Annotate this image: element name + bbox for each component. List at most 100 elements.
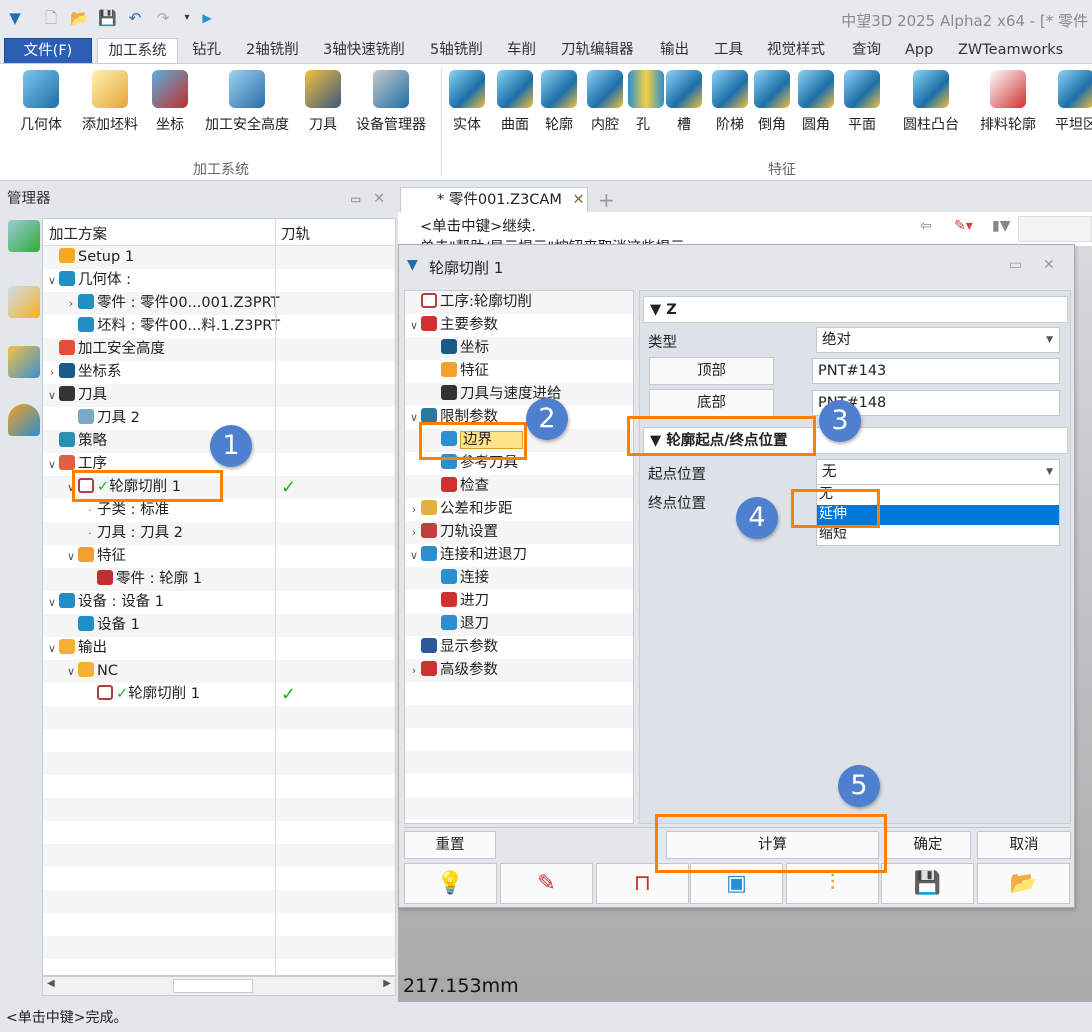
filter-input[interactable] xyxy=(1018,216,1092,242)
tree-row[interactable]: ∨ NC xyxy=(43,660,395,683)
tree-row[interactable]: 特征 xyxy=(405,360,633,383)
chevron-down-icon[interactable]: ∨ xyxy=(407,544,421,567)
new-file-icon[interactable]: 🗋 xyxy=(42,9,60,27)
ribbon-button[interactable]: 几何体 xyxy=(18,70,64,134)
users-tab-icon[interactable] xyxy=(8,404,40,436)
chevron-down-icon[interactable]: ∨ xyxy=(45,637,59,660)
chevron-down-icon[interactable]: ∨ xyxy=(45,269,59,292)
tab-tools[interactable]: 工具 xyxy=(714,38,743,64)
tree-row[interactable]: 加工安全高度 xyxy=(43,338,395,361)
ribbon-button[interactable]: 添加坯料 xyxy=(80,70,140,134)
tree-row[interactable]: 刀具 2 xyxy=(43,407,395,430)
tree-row[interactable]: 零件 : 轮廓 1 xyxy=(43,568,395,591)
tree-row[interactable]: ✓轮廓切削 1 ✓ xyxy=(43,683,395,706)
tree-row[interactable]: ∨ 特征 xyxy=(43,545,395,568)
save-icon[interactable]: 💾 xyxy=(98,9,117,27)
tab-output[interactable]: 输出 xyxy=(660,38,689,64)
ribbon-button[interactable]: 圆柱凸台 xyxy=(896,70,966,134)
ribbon-button[interactable]: 平坦区 xyxy=(1046,70,1092,134)
tree-row[interactable]: › 零件 : 零件00...001.Z3PRT xyxy=(43,292,395,315)
tab-query[interactable]: 查询 xyxy=(852,38,881,64)
tree-row[interactable]: 坐标 xyxy=(405,337,633,360)
chevron-right-icon[interactable]: › xyxy=(64,292,78,315)
ribbon-button[interactable]: 加工安全高度 xyxy=(200,70,294,134)
tab-machining-system[interactable]: 加工系统 xyxy=(97,38,178,64)
column-header-plan[interactable]: 加工方案 xyxy=(49,223,107,244)
tree-row[interactable]: › 公差和步距 xyxy=(405,498,633,521)
tree-row[interactable]: ∨ 连接和进退刀 xyxy=(405,544,633,567)
tree-row[interactable]: Setup 1 xyxy=(43,246,395,269)
chevron-right-icon[interactable]: › xyxy=(407,521,421,544)
tree-row[interactable]: › 高级参数 xyxy=(405,659,633,682)
edit-note-icon[interactable]: ✎ xyxy=(500,863,593,904)
tree-row[interactable]: ∨ 输出 xyxy=(43,637,395,660)
ok-button[interactable]: 确定 xyxy=(885,831,971,859)
chevron-down-icon[interactable]: ∨ xyxy=(64,660,78,683)
filter-icon[interactable]: ▮▼ xyxy=(992,218,1010,234)
start-position-select[interactable]: 无 ▼ xyxy=(816,459,1060,485)
save-icon[interactable]: 💾 xyxy=(881,863,974,904)
bottom-button[interactable]: 底部 xyxy=(649,389,774,417)
tab-drilling[interactable]: 钻孔 xyxy=(192,38,221,64)
ribbon-button[interactable]: 轮廓 xyxy=(540,70,578,134)
ribbon-button[interactable]: 圆角 xyxy=(796,70,836,134)
chevron-down-icon[interactable]: ∨ xyxy=(45,384,59,407)
exit-icon[interactable]: ⇦ xyxy=(920,218,932,234)
column-header-toolpath[interactable]: 刀轨 xyxy=(281,223,310,244)
section-z[interactable]: ▼ Z xyxy=(643,296,1068,323)
message-icon[interactable]: ▭ xyxy=(1009,257,1022,273)
chevron-down-icon[interactable]: ∨ xyxy=(45,453,59,476)
tab-5axis[interactable]: 5轴铣削 xyxy=(430,38,483,64)
tab-zwteamworks[interactable]: ZWTeamworks xyxy=(958,38,1063,64)
ribbon-button[interactable]: 刀具 xyxy=(305,70,341,134)
chevron-right-icon[interactable]: › xyxy=(45,361,59,384)
top-input[interactable]: PNT#143 xyxy=(812,358,1060,384)
undo-icon[interactable]: ↶ xyxy=(126,9,144,27)
ribbon-button[interactable]: 阶梯 xyxy=(710,70,750,134)
tree-row[interactable]: 退刀 xyxy=(405,613,633,636)
tab-2axis[interactable]: 2轴铣削 xyxy=(246,38,299,64)
ribbon-button[interactable]: 槽 xyxy=(664,70,704,134)
customize-dropdown-icon[interactable]: ▾ xyxy=(178,9,196,27)
ribbon-button[interactable]: 设备管理器 xyxy=(352,70,430,134)
close-tab-icon[interactable]: ✕ xyxy=(572,192,584,208)
tree-row[interactable]: · 子类 : 标准 xyxy=(43,499,395,522)
play-icon[interactable]: ▶ xyxy=(198,9,216,27)
open-file-icon[interactable]: 📂 xyxy=(70,9,89,27)
tree-row[interactable]: 坯料 : 零件00...料.1.Z3PRT xyxy=(43,315,395,338)
add-tab-icon[interactable]: + xyxy=(598,188,615,212)
ribbon-button[interactable]: 孔 xyxy=(628,70,664,134)
scroll-thumb[interactable] xyxy=(173,979,253,993)
dialog-close-icon[interactable]: ✕ xyxy=(1043,257,1055,273)
horizontal-scrollbar[interactable]: ◀ ▶ xyxy=(42,976,396,996)
cam-plan-tab-icon[interactable] xyxy=(8,220,40,252)
eraser-icon[interactable]: ✎▾ xyxy=(954,218,973,234)
file-menu[interactable]: 文件(F) xyxy=(4,38,92,64)
option-shorten[interactable]: 缩短 xyxy=(817,525,1059,545)
tree-row[interactable]: ∨ 几何体 : xyxy=(43,269,395,292)
tree-row[interactable]: 连接 xyxy=(405,567,633,590)
chevron-down-icon[interactable]: ∨ xyxy=(64,545,78,568)
chevron-right-icon[interactable]: › xyxy=(407,498,421,521)
image-tab-icon[interactable] xyxy=(8,346,40,378)
close-icon[interactable]: ✕ xyxy=(373,186,385,212)
tree-row[interactable]: 刀具与速度进给 xyxy=(405,383,633,406)
tree-row[interactable]: ∨ 刀具 xyxy=(43,384,395,407)
tree-row[interactable]: 设备 1 xyxy=(43,614,395,637)
tree-row[interactable]: 检查 xyxy=(405,475,633,498)
scroll-right-icon[interactable]: ▶ xyxy=(383,978,391,989)
top-button[interactable]: 顶部 xyxy=(649,357,774,385)
tree-row[interactable]: 工序:轮廓切削 xyxy=(405,291,633,314)
ribbon-button[interactable]: 内腔 xyxy=(584,70,626,134)
ribbon-button[interactable]: 实体 xyxy=(448,70,486,134)
load-icon[interactable]: 📂 xyxy=(977,863,1070,904)
part-view-tab-icon[interactable] xyxy=(8,286,40,318)
column-divider[interactable] xyxy=(275,219,276,975)
reset-button[interactable]: 重置 xyxy=(404,831,496,859)
tree-row[interactable]: · 刀具 : 刀具 2 xyxy=(43,522,395,545)
chevron-down-icon[interactable]: ∨ xyxy=(45,591,59,614)
chevron-down-icon[interactable]: ∨ xyxy=(407,314,421,337)
ribbon-button[interactable]: 倒角 xyxy=(752,70,792,134)
ribbon-button[interactable]: 坐标 xyxy=(152,70,188,134)
tree-row[interactable]: › 坐标系 xyxy=(43,361,395,384)
